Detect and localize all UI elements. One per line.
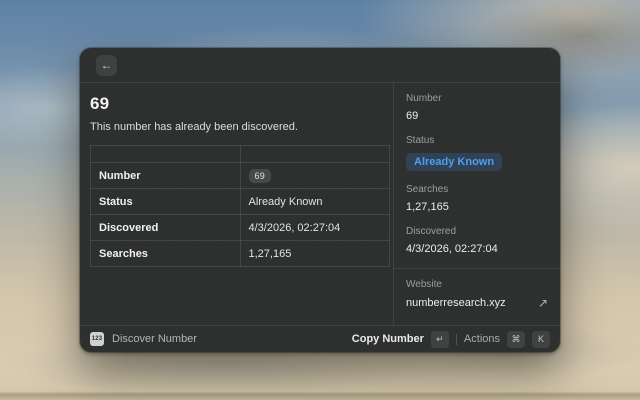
- actions-label: Actions: [464, 333, 500, 345]
- actions-button[interactable]: Actions ⌘ K: [464, 331, 550, 348]
- table-row-status: Status Already Known: [91, 189, 390, 215]
- sidebar-divider: [394, 268, 560, 269]
- footer-actions: Copy Number ↵ Actions ⌘ K: [352, 331, 550, 348]
- footer-separator: [456, 334, 457, 345]
- website-url: numberresearch.xyz: [406, 297, 538, 309]
- app-icon: 123: [90, 332, 104, 346]
- row-label: Discovered: [91, 215, 241, 241]
- table-header-row: [91, 146, 390, 163]
- number-badge: 69: [249, 169, 272, 183]
- action-bar: 123 Discover Number Copy Number ↵ Action…: [80, 325, 560, 352]
- row-label: Status: [91, 189, 241, 215]
- meta-value-searches: 1,27,165: [406, 201, 548, 213]
- meta-label-status: Status: [406, 135, 548, 146]
- row-value: 4/3/2026, 02:27:04: [240, 215, 390, 241]
- status-badge: Already Known: [406, 153, 502, 171]
- meta-label-searches: Searches: [406, 184, 548, 195]
- row-value: Already Known: [240, 189, 390, 215]
- copy-number-label: Copy Number: [352, 333, 424, 345]
- table-row-discovered: Discovered 4/3/2026, 02:27:04: [91, 215, 390, 241]
- row-value: 69: [240, 163, 390, 189]
- external-link-icon[interactable]: ↗: [538, 296, 548, 310]
- metadata-panel: Number 69 Status Already Known Searches …: [393, 83, 560, 325]
- detail-panel: 69 This number has already been discover…: [80, 83, 393, 325]
- copy-number-button[interactable]: Copy Number ↵: [352, 331, 449, 348]
- row-label: Number: [91, 163, 241, 189]
- website-link[interactable]: numberresearch.xyz ↗: [406, 296, 548, 310]
- meta-label-number: Number: [406, 93, 548, 104]
- back-button[interactable]: ←: [96, 55, 117, 76]
- meta-value-number: 69: [406, 110, 548, 122]
- app-window: ← 69 This number has already been discov…: [80, 48, 560, 352]
- meta-label-discovered: Discovered: [406, 226, 548, 237]
- table-row-searches: Searches 1,27,165: [91, 241, 390, 267]
- k-key-icon: K: [532, 331, 550, 348]
- command-key-icon: ⌘: [507, 331, 525, 348]
- row-value: 1,27,165: [240, 241, 390, 267]
- back-arrow-icon: ←: [101, 59, 113, 71]
- window-header: ←: [80, 48, 560, 83]
- table-header-cell: [240, 146, 390, 163]
- app-name: Discover Number: [112, 333, 197, 345]
- table-header-cell: [91, 146, 241, 163]
- row-label: Searches: [91, 241, 241, 267]
- return-key-icon: ↵: [431, 331, 449, 348]
- detail-table: Number 69 Status Already Known Discovere…: [90, 145, 390, 267]
- window-content: 69 This number has already been discover…: [80, 83, 560, 325]
- website-label: Website: [406, 279, 548, 290]
- page-subtitle: This number has already been discovered.: [90, 121, 383, 133]
- table-row-number: Number 69: [91, 163, 390, 189]
- page-title: 69: [90, 94, 383, 114]
- meta-value-discovered: 4/3/2026, 02:27:04: [406, 243, 548, 255]
